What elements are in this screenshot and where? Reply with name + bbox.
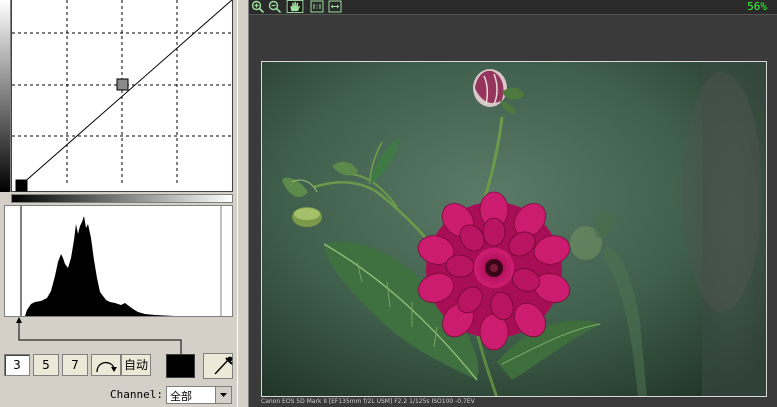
curve-point-black — [15, 179, 28, 192]
black-point-swatch[interactable] — [166, 354, 195, 378]
tone-curve-panel: 3 5 7 自动 Channel: 全部 — [0, 0, 249, 407]
channel-value: 全部 — [170, 390, 192, 403]
tone-3-button[interactable]: 3 — [4, 354, 30, 376]
tone-7-button[interactable]: 7 — [62, 354, 88, 376]
curve-mode-button[interactable] — [91, 354, 121, 376]
curve-point-mid — [116, 78, 129, 91]
viewer-top-area — [249, 15, 777, 57]
zoom-level: 56% — [747, 0, 767, 13]
channel-select[interactable]: 全部 — [166, 386, 232, 404]
auto-button[interactable]: 自动 — [121, 354, 151, 376]
histogram — [4, 205, 233, 317]
black-point-indicator — [16, 317, 182, 354]
channel-label: Channel: — [110, 388, 163, 401]
curve-icon — [96, 361, 117, 373]
tone-5-button[interactable]: 5 — [33, 354, 59, 376]
output-gradient-bar — [0, 0, 11, 192]
zoom-in-icon[interactable] — [251, 0, 265, 13]
panel-splitter[interactable] — [237, 0, 249, 407]
exif-caption: Canon EOS 5D Mark II [EF135mm f/2L USM] … — [261, 398, 475, 405]
actual-size-icon[interactable] — [310, 0, 324, 13]
image-viewer: 56% Canon EOS 5D Mark II [EF135mm f/2L U… — [249, 0, 777, 407]
fit-width-icon[interactable] — [328, 0, 342, 13]
eyedropper-icon — [214, 356, 233, 375]
curve-editor[interactable] — [11, 0, 234, 192]
chevron-down-icon[interactable] — [215, 387, 231, 403]
viewer-toolbar: 56% — [249, 0, 777, 15]
histogram-shape — [25, 216, 175, 316]
hand-icon[interactable] — [286, 0, 304, 13]
eyedropper-button[interactable] — [203, 353, 233, 379]
photo[interactable] — [261, 61, 767, 397]
curve-line — [20, 0, 233, 186]
zoom-out-icon[interactable] — [268, 0, 282, 13]
input-gradient-bar — [11, 194, 233, 203]
